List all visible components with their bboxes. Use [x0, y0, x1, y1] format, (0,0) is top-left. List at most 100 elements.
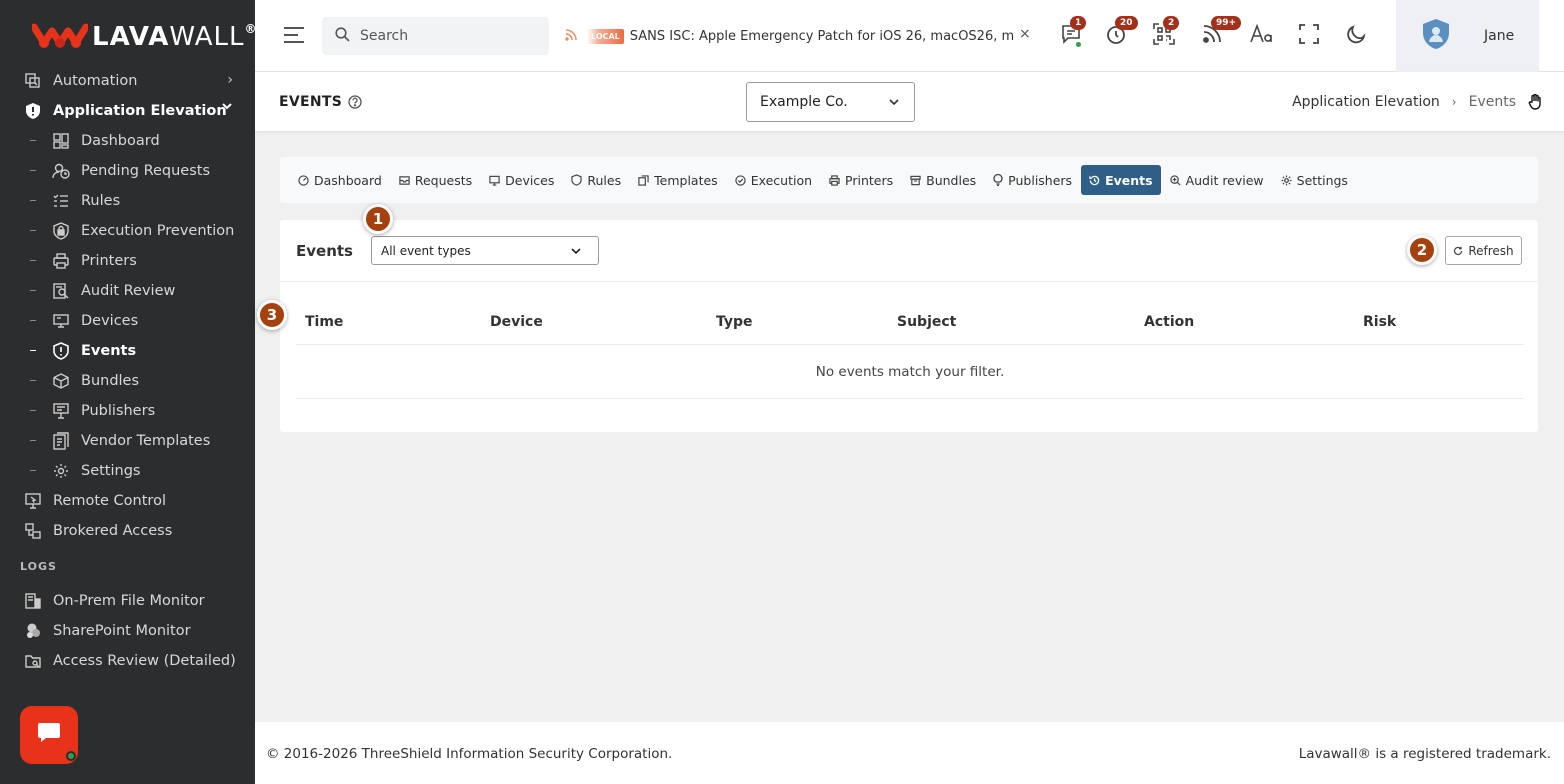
- sidebar-item-automation[interactable]: Automation ›: [0, 66, 255, 96]
- moon-icon: [1347, 24, 1367, 48]
- tab-requests[interactable]: Requests: [391, 165, 480, 195]
- footer-trademark: Lavawall® is a registered trademark.: [1298, 746, 1551, 762]
- tab-rules[interactable]: Rules: [563, 165, 629, 195]
- sidebar-item-events[interactable]: Events: [0, 336, 255, 366]
- user-avatar-shield-icon: [1422, 18, 1450, 54]
- search-input[interactable]: [360, 28, 530, 44]
- bundle-icon: [52, 372, 70, 390]
- company-select[interactable]: Example Co.: [746, 82, 915, 122]
- tab-templates[interactable]: Templates: [630, 165, 726, 195]
- sidebar-item-execution-prevention[interactable]: Execution Prevention: [0, 216, 255, 246]
- sidebar-item-label: Devices: [81, 313, 139, 329]
- refresh-icon: [1453, 246, 1463, 256]
- chevron-down-icon: [221, 100, 233, 116]
- feeds-button[interactable]: 99+: [1200, 16, 1242, 48]
- search-box[interactable]: [322, 17, 549, 55]
- tab-label: Rules: [587, 172, 622, 188]
- lightbulb-icon: [993, 174, 1003, 186]
- sidebar-item-remote-control[interactable]: Remote Control: [0, 486, 255, 516]
- chevron-down-icon: [888, 96, 900, 112]
- messages-button[interactable]: 1: [1059, 16, 1087, 48]
- events-card-title: Events: [296, 242, 353, 260]
- help-circle-icon[interactable]: [348, 95, 362, 109]
- chevron-right-icon: ›: [227, 72, 233, 88]
- font-size-button[interactable]: [1249, 23, 1275, 48]
- hamburger-menu-icon[interactable]: [283, 26, 305, 48]
- ticker-close-button[interactable]: ×: [1019, 26, 1031, 42]
- column-header-action[interactable]: Action: [1144, 314, 1194, 330]
- dark-mode-button[interactable]: [1345, 24, 1369, 48]
- sidebar-item-on-prem-file-monitor[interactable]: On-Prem File Monitor: [0, 586, 255, 616]
- logo-text: LAVAWALL®: [92, 22, 255, 52]
- sidebar-item-printers[interactable]: Printers: [0, 246, 255, 276]
- sidebar-item-access-review-detailed[interactable]: Access Review (Detailed): [0, 646, 255, 676]
- tab-publishers[interactable]: Publishers: [985, 165, 1080, 195]
- shield-icon: [24, 102, 42, 120]
- pending-requests-icon: [52, 162, 70, 180]
- tab-printers[interactable]: Printers: [821, 165, 901, 195]
- brand-logo[interactable]: LAVAWALL®: [30, 18, 255, 56]
- column-header-subject[interactable]: Subject: [897, 314, 956, 330]
- tab-label: Dashboard: [314, 172, 382, 188]
- sidebar-item-audit-review[interactable]: Audit Review: [0, 276, 255, 306]
- ticker-headline[interactable]: SANS ISC: Apple Emergency Patch for iOS …: [630, 29, 1015, 44]
- events-card-header: Events All event types Refresh: [280, 220, 1538, 282]
- tab-devices[interactable]: Devices: [481, 165, 562, 195]
- refresh-button[interactable]: Refresh: [1445, 236, 1522, 265]
- timer-button[interactable]: 20: [1104, 16, 1138, 48]
- tab-label: Bundles: [926, 172, 977, 188]
- sidebar-item-settings[interactable]: Settings: [0, 456, 255, 486]
- tab-label: Audit review: [1185, 172, 1264, 188]
- section-tabs: Dashboard Requests Devices Rules Templat…: [280, 157, 1538, 203]
- topbar: LOCAL SANS ISC: Apple Emergency Patch fo…: [255, 0, 1564, 72]
- sidebar-item-bundles[interactable]: Bundles: [0, 366, 255, 396]
- column-header-device[interactable]: Device: [490, 314, 543, 330]
- qr-button[interactable]: 2: [1152, 16, 1180, 48]
- sidebar-item-devices[interactable]: Devices: [0, 306, 255, 336]
- messages-badge: 1: [1070, 16, 1087, 30]
- sidebar-item-vendor-templates[interactable]: Vendor Templates: [0, 426, 255, 456]
- file-monitor-icon: [24, 592, 42, 610]
- breadcrumb-application-elevation[interactable]: Application Elevation: [1292, 94, 1440, 110]
- lock-shield-icon: [52, 222, 70, 240]
- remote-control-icon: [24, 492, 42, 510]
- sidebar-item-label: Publishers: [81, 403, 156, 419]
- tab-label: Printers: [845, 172, 894, 188]
- tab-execution[interactable]: Execution: [727, 165, 820, 195]
- tab-label: Requests: [414, 172, 473, 188]
- tab-label: Settings: [1296, 172, 1348, 188]
- sidebar-item-dashboard[interactable]: Dashboard: [0, 126, 255, 156]
- sidebar-item-sharepoint-monitor[interactable]: SharePoint Monitor: [0, 616, 255, 646]
- chevron-down-icon: [570, 245, 582, 260]
- page-title-text: EVENTS: [279, 94, 343, 110]
- events-card: Events All event types Refresh Time Devi…: [280, 220, 1538, 432]
- page-header: EVENTS Example Co. Application Elevation…: [255, 72, 1564, 132]
- sidebar-item-label: Remote Control: [53, 493, 166, 509]
- tab-bundles[interactable]: Bundles: [902, 165, 984, 195]
- breadcrumb: Application Elevation › Events: [1292, 94, 1542, 110]
- sidebar-item-brokered-access[interactable]: Brokered Access: [0, 516, 255, 546]
- sidebar-item-rules[interactable]: Rules: [0, 186, 255, 216]
- sidebar-item-pending-requests[interactable]: Pending Requests: [0, 156, 255, 186]
- sidebar-item-publishers[interactable]: Publishers: [0, 396, 255, 426]
- sidebar-item-label: Audit Review: [81, 283, 176, 299]
- lavawall-logo-icon: [30, 21, 90, 53]
- user-menu[interactable]: Jane: [1396, 0, 1539, 72]
- tab-settings[interactable]: Settings: [1273, 165, 1356, 195]
- fullscreen-button[interactable]: [1297, 24, 1321, 48]
- event-type-filter[interactable]: All event types: [371, 236, 599, 265]
- dashboard-icon: [52, 132, 70, 150]
- column-header-time[interactable]: Time: [305, 314, 343, 330]
- tab-events[interactable]: Events: [1081, 165, 1161, 195]
- tab-label: Events: [1105, 172, 1153, 188]
- sidebar-item-application-elevation[interactable]: Application Elevation: [0, 96, 255, 126]
- sidebar-item-label: Execution Prevention: [81, 223, 235, 239]
- user-name[interactable]: Jane: [1484, 28, 1514, 44]
- tab-audit-review[interactable]: Audit review: [1162, 165, 1272, 195]
- news-ticker[interactable]: LOCAL SANS ISC: Apple Emergency Patch fo…: [565, 26, 1045, 46]
- font-size-icon: [1250, 23, 1274, 48]
- sidebar-item-label: Automation: [53, 73, 138, 89]
- column-header-type[interactable]: Type: [716, 314, 753, 330]
- tab-dashboard[interactable]: Dashboard: [290, 165, 390, 195]
- column-header-risk[interactable]: Risk: [1363, 314, 1396, 330]
